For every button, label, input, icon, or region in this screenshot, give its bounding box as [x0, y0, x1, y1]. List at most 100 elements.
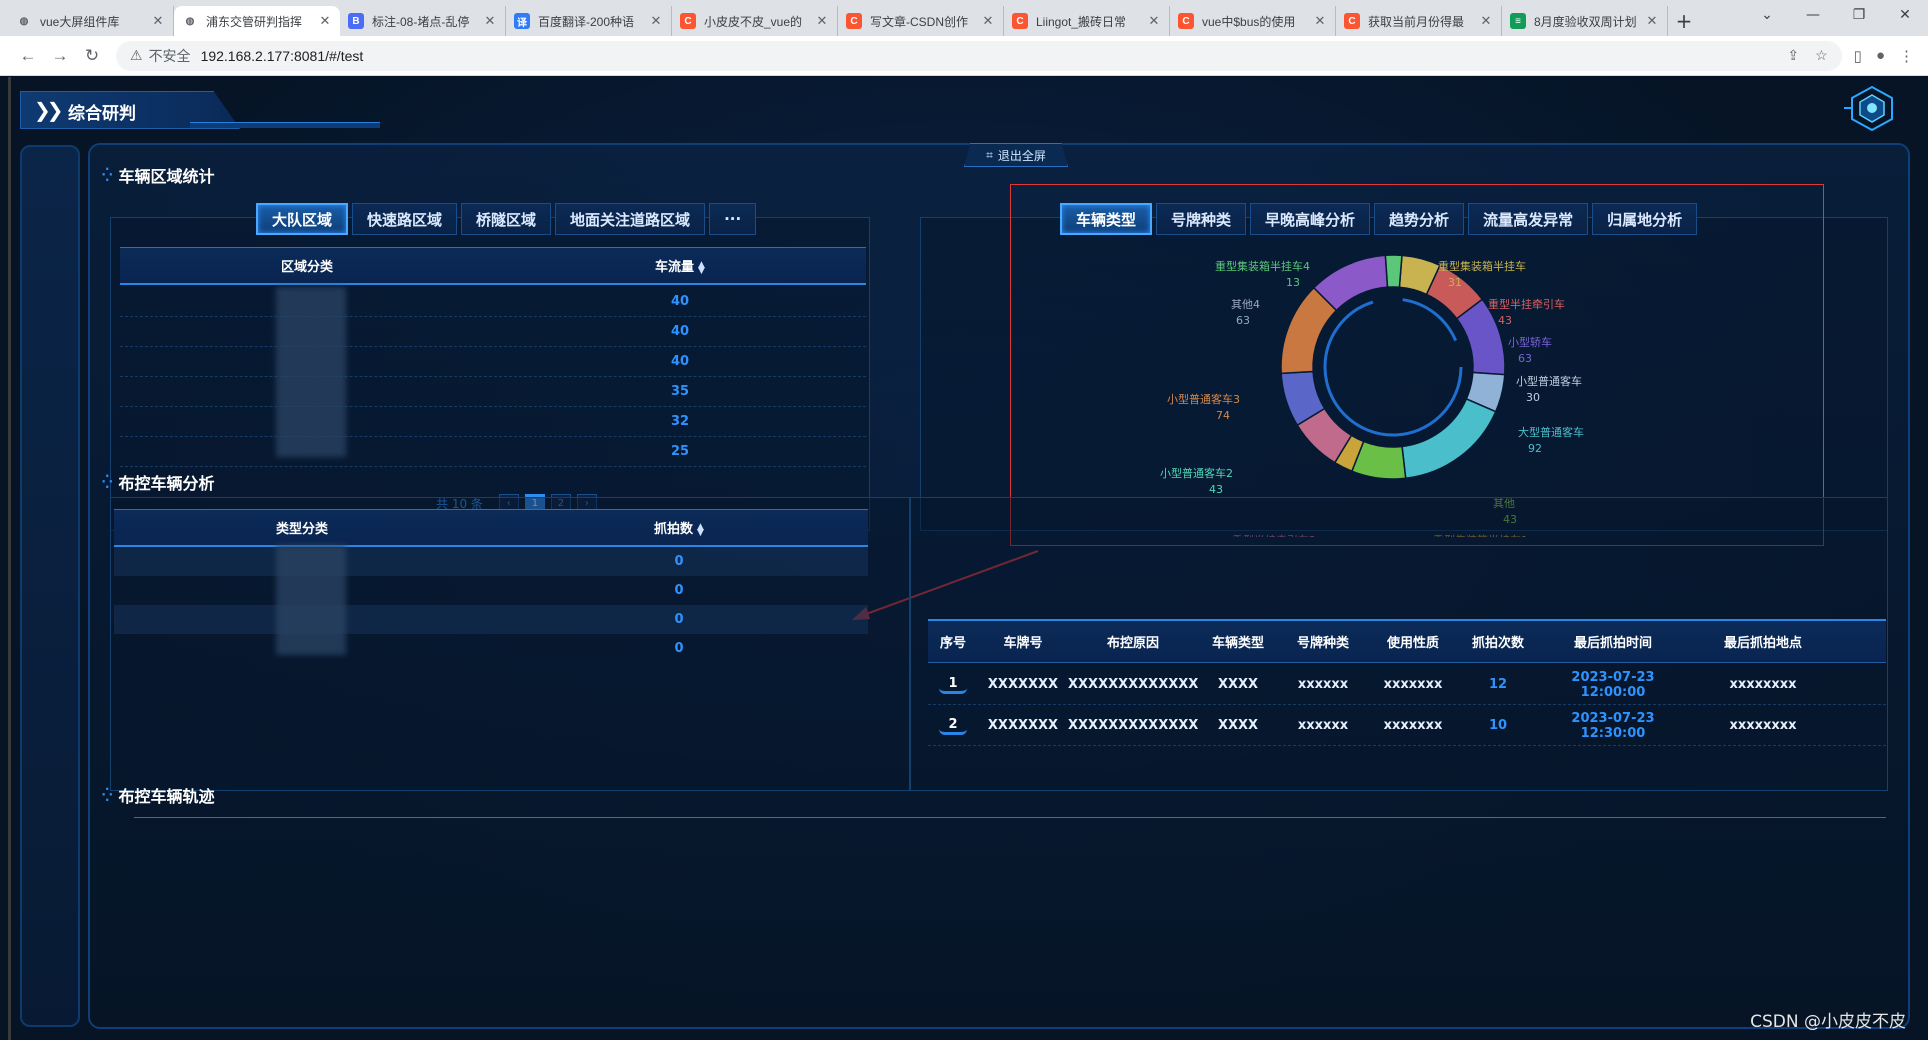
table-row[interactable]: 35 — [120, 377, 866, 407]
close-tab-icon[interactable]: ✕ — [649, 13, 663, 29]
browser-tab[interactable]: C Liingot_搬砖日常 ✕ — [1004, 6, 1170, 36]
browser-tab[interactable]: Cvue中$bus的使用 ✕ — [1170, 6, 1336, 36]
detail-usage-text: xxxxxxx — [1383, 677, 1443, 692]
col-traffic-label: 车流量 — [655, 260, 695, 275]
col-traffic[interactable]: 车流量 ▲ ▼ — [494, 256, 866, 275]
close-tab-icon[interactable]: ✕ — [1479, 13, 1493, 29]
forward-icon[interactable]: → — [44, 46, 76, 66]
detail-cell-vtype: XXXX — [1198, 677, 1278, 692]
dots-icon: ⁛ — [102, 168, 113, 182]
table-row[interactable]: 0 — [114, 547, 868, 576]
close-tab-icon[interactable]: ✕ — [483, 13, 497, 29]
close-tab-icon[interactable]: ✕ — [1147, 13, 1161, 29]
close-tab-icon[interactable]: ✕ — [1313, 13, 1327, 29]
table-row[interactable]: 0 — [114, 576, 868, 605]
detail-cell-place: xxxxxxxx — [1688, 718, 1838, 733]
watermark: CSDN @小皮皮不皮 — [1750, 1012, 1906, 1032]
profile-avatar-icon[interactable]: ● — [1876, 47, 1885, 65]
detail-cell-count: 12 — [1458, 677, 1538, 692]
region-tab-1[interactable]: 快速路区域 — [352, 203, 458, 235]
col-region-class: 区域分类 — [280, 260, 333, 275]
browser-tab[interactable]: ◍ 浦东交管研判指挥 ✕ — [174, 6, 340, 36]
close-tab-icon[interactable]: ✕ — [151, 13, 165, 29]
detail-col-header: 车牌号 — [1003, 636, 1043, 651]
restore-button[interactable]: ❐ — [1836, 0, 1882, 32]
table-row[interactable]: 40 — [120, 317, 866, 347]
region-section-title: ⁛ 车辆区域统计 — [102, 163, 214, 187]
browser-tab-title: 标注-08-堵点-乱停 — [372, 14, 470, 29]
region-tab-4[interactable]: ··· — [709, 203, 757, 235]
doc-favicon-icon: B — [348, 13, 364, 29]
region-tab-3[interactable]: 地面关注道路区域 — [555, 203, 706, 235]
bookmark-star-icon[interactable]: ☆ — [1815, 47, 1828, 64]
detail-col-header: 最后抓拍时间 — [1573, 636, 1652, 651]
back-icon[interactable]: ← — [12, 46, 44, 66]
table-row[interactable]: 0 — [114, 605, 868, 634]
close-tab-icon[interactable]: ✕ — [318, 13, 332, 29]
detail-cell-idx: 2 — [928, 717, 978, 735]
traffic-value: 40 — [670, 354, 690, 369]
share-icon[interactable]: ⇪ — [1787, 47, 1799, 64]
browser-tab[interactable]: B 标注-08-堵点-乱停 ✕ — [340, 6, 506, 36]
sort-icon[interactable]: ▲ ▼ — [698, 260, 705, 275]
detail-ptype-text: xxxxxx — [1297, 677, 1349, 692]
track-section-title: ⁛ 布控车辆轨迹 — [102, 783, 214, 807]
table-row[interactable]: 25 — [120, 437, 866, 467]
window-controls: ⌄ — ❐ ✕ — [1744, 0, 1928, 32]
detail-reason-text: XXXXXXXXXXXXX — [1068, 718, 1199, 733]
url-field[interactable]: ⚠ 不安全 192.168.2.177:8081/#/test ⇪ ☆ — [116, 40, 1842, 71]
menu-kebab-icon[interactable]: ⋮ — [1899, 47, 1914, 65]
exit-fullscreen-button[interactable]: ⌗ 退出全屏 — [964, 143, 1068, 167]
detail-idx-text: 1 — [939, 676, 967, 694]
table-row[interactable]: 40 — [120, 287, 866, 317]
browser-tab-strip: ◍ vue大屏组件库 ✕ ◍ 浦东交管研判指挥 ✕ B 标注-08-堵点-乱停 ✕ 译百度翻译-2… — [0, 0, 1928, 36]
browser-tab-title: 浦东交管研判指挥 — [206, 14, 303, 29]
browser-tab[interactable]: C 小皮皮不皮_vue的 ✕ — [672, 6, 838, 36]
table-row[interactable]: 40 — [120, 347, 866, 377]
close-tab-icon[interactable]: ✕ — [981, 13, 995, 29]
close-tab-icon[interactable]: ✕ — [815, 13, 829, 29]
table-row[interactable]: 2 XXXXXXX XXXXXXXXXXXXX XXXX xxxxxx xxxxxxx 10… — [928, 706, 1886, 746]
browser-tab[interactable]: C 获取当前月份得最 ✕ — [1336, 6, 1502, 36]
browser-tab[interactable]: ≡ 8月度验收双周计划 ✕ — [1502, 6, 1668, 36]
warning-icon: ⚠ — [130, 47, 143, 63]
minimize-button[interactable]: — — [1790, 0, 1836, 32]
exit-fullscreen-label: 退出全屏 — [997, 148, 1046, 163]
close-window-button[interactable]: ✕ — [1882, 0, 1928, 32]
detail-cell-usage: xxxxxxx — [1368, 677, 1458, 692]
table-row[interactable]: 0 — [114, 634, 868, 663]
dots-icon: ⁛ — [102, 788, 113, 802]
browser-tab[interactable]: 译百度翻译-200种语 ✕ — [506, 6, 672, 36]
translate-favicon-icon: 译 — [514, 13, 530, 29]
browser-tab-title: 8月度验收双周计划 — [1534, 14, 1637, 29]
control-section-title-text: 布控车辆分析 — [118, 474, 215, 493]
track-section-title-text: 布控车辆轨迹 — [118, 787, 215, 806]
detail-col-header: 最后抓拍地点 — [1723, 636, 1802, 651]
url-text: 192.168.2.177:8081/#/test — [200, 47, 364, 64]
detail-plate-text: XXXXXXX — [987, 718, 1059, 733]
highlight-annotation-box — [1010, 184, 1824, 546]
browser-tab[interactable]: C 写文章-CSDN创作 ✕ — [838, 6, 1004, 36]
control-detail-header: 序号 车牌号 布控原因 车辆类型 号牌种类 使用性质 抓拍次数 最后抓拍时间 最后抓拍地点 — [928, 619, 1886, 663]
detail-col-header: 车辆类型 — [1211, 636, 1264, 651]
table-row[interactable]: 1 XXXXXXX XXXXXXXXXXXXX XXXX xxxxxx xxxxxxx 12… — [928, 665, 1886, 705]
close-tab-icon[interactable]: ✕ — [1645, 13, 1659, 29]
browser-tab[interactable]: ◍ vue大屏组件库 ✕ — [8, 6, 174, 36]
C-favicon-icon: C — [1344, 13, 1360, 29]
reload-icon[interactable]: ↻ — [76, 46, 108, 66]
sort-icon[interactable]: ▲ ▼ — [697, 522, 704, 537]
detail-col-header: 序号 — [939, 636, 966, 651]
tab-search-icon[interactable]: ⌄ — [1744, 0, 1790, 32]
side-panel — [20, 145, 80, 1027]
region-tab-2[interactable]: 桥隧区域 — [461, 203, 552, 235]
col-capture-count[interactable]: 抓拍数 ▲ ▼ — [490, 518, 868, 537]
table-row[interactable]: 32 — [120, 407, 866, 437]
detail-cell-place: xxxxxxxx — [1688, 677, 1838, 692]
detail-col-header: 号牌种类 — [1296, 636, 1349, 651]
side-panel-icon[interactable]: ▯ — [1854, 47, 1862, 65]
traffic-value: 25 — [670, 444, 690, 459]
detail-cell-time: 2023-07-23 12:30:00 — [1538, 711, 1688, 741]
dashboard: ❯❯ 综合研判 ⌗ 退出全屏 ⁛ 车辆区域统计 大队区域 快速路区域 桥隧区域 地面关… — [8, 77, 1920, 1040]
region-tab-0[interactable]: 大队区域 — [256, 203, 349, 235]
new-tab-button[interactable]: + — [1668, 6, 1700, 36]
